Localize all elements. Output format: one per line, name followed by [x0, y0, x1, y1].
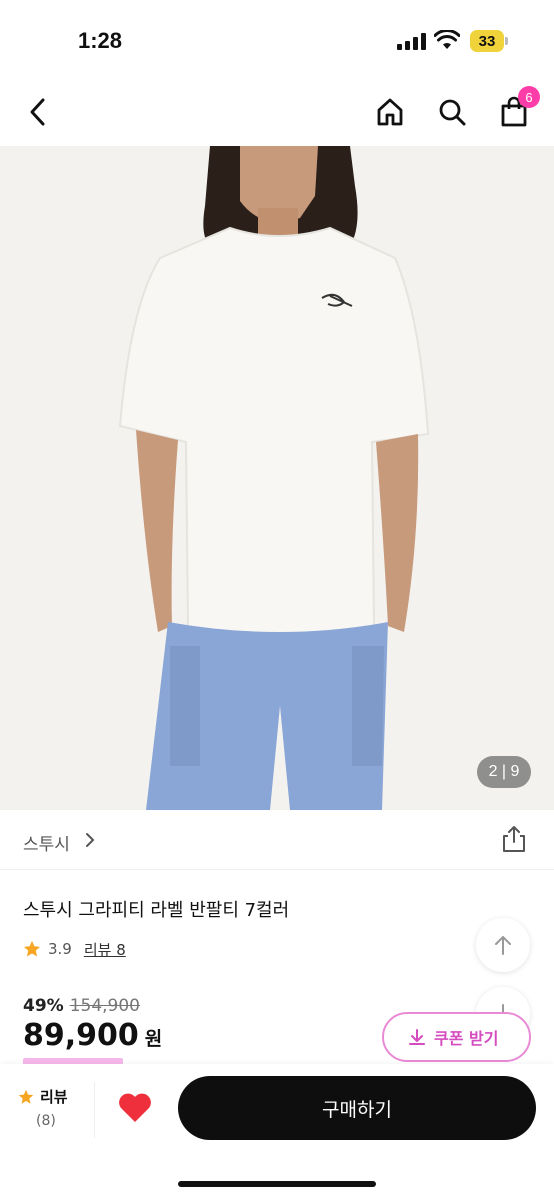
- wifi-icon: [434, 30, 460, 49]
- home-icon: [377, 98, 403, 126]
- battery-level: 33: [470, 30, 504, 52]
- arrow-up-icon: [495, 936, 511, 955]
- buy-button[interactable]: 구매하기: [178, 1076, 536, 1140]
- back-button[interactable]: [18, 92, 58, 132]
- star-icon: [18, 1089, 34, 1104]
- price-row: 89,900 원: [23, 1018, 162, 1053]
- status-time: 1:28: [78, 28, 123, 53]
- cart-button[interactable]: 6: [494, 86, 540, 132]
- heart-icon[interactable]: [116, 1088, 154, 1126]
- review-tab-label: 리뷰: [40, 1088, 68, 1106]
- divider: [94, 1082, 95, 1138]
- image-counter: 2 | 9: [477, 756, 531, 788]
- sale-price: 89,900: [23, 1018, 139, 1053]
- product-image[interactable]: 2 | 9: [0, 146, 554, 810]
- search-button[interactable]: [432, 92, 472, 132]
- original-price: 154,900: [69, 996, 141, 1016]
- bottom-action-bar: 리뷰 (8) 구매하기: [0, 1064, 554, 1200]
- battery-icon: 33: [470, 30, 508, 52]
- share-icon[interactable]: [500, 824, 528, 854]
- top-nav: 6: [0, 80, 554, 146]
- review-tab[interactable]: 리뷰 (8): [18, 1086, 88, 1129]
- discount-row: 49% 154,900: [23, 996, 140, 1016]
- status-bar: 1:28 33: [0, 0, 554, 80]
- home-indicator: [178, 1181, 376, 1187]
- star-icon: [23, 940, 41, 957]
- rating-row: 3.9 리뷰 8: [23, 938, 126, 960]
- product-photo: [0, 146, 554, 810]
- signal-icon: [397, 33, 427, 50]
- review-tab-count: (8): [36, 1113, 56, 1129]
- brand-row: 스투시: [0, 810, 554, 870]
- search-icon: [439, 99, 466, 126]
- chevron-left-icon: [30, 98, 45, 126]
- cart-count-badge: 6: [518, 86, 540, 108]
- coupon-label: 쿠폰 받기: [434, 1029, 499, 1048]
- scroll-top-button[interactable]: [476, 918, 530, 972]
- download-icon: [409, 1029, 425, 1045]
- review-link[interactable]: 리뷰 8: [84, 939, 126, 960]
- brand-link[interactable]: 스투시: [23, 830, 70, 855]
- chevron-right-icon[interactable]: [84, 832, 96, 848]
- product-title: 스투시 그라피티 라벨 반팔티 7컬러: [23, 900, 290, 921]
- price-currency: 원: [144, 1028, 163, 1050]
- home-button[interactable]: [370, 92, 410, 132]
- coupon-download-button[interactable]: 쿠폰 받기: [382, 1012, 531, 1062]
- discount-percent: 49%: [23, 996, 64, 1016]
- rating-value: 3.9: [48, 940, 72, 958]
